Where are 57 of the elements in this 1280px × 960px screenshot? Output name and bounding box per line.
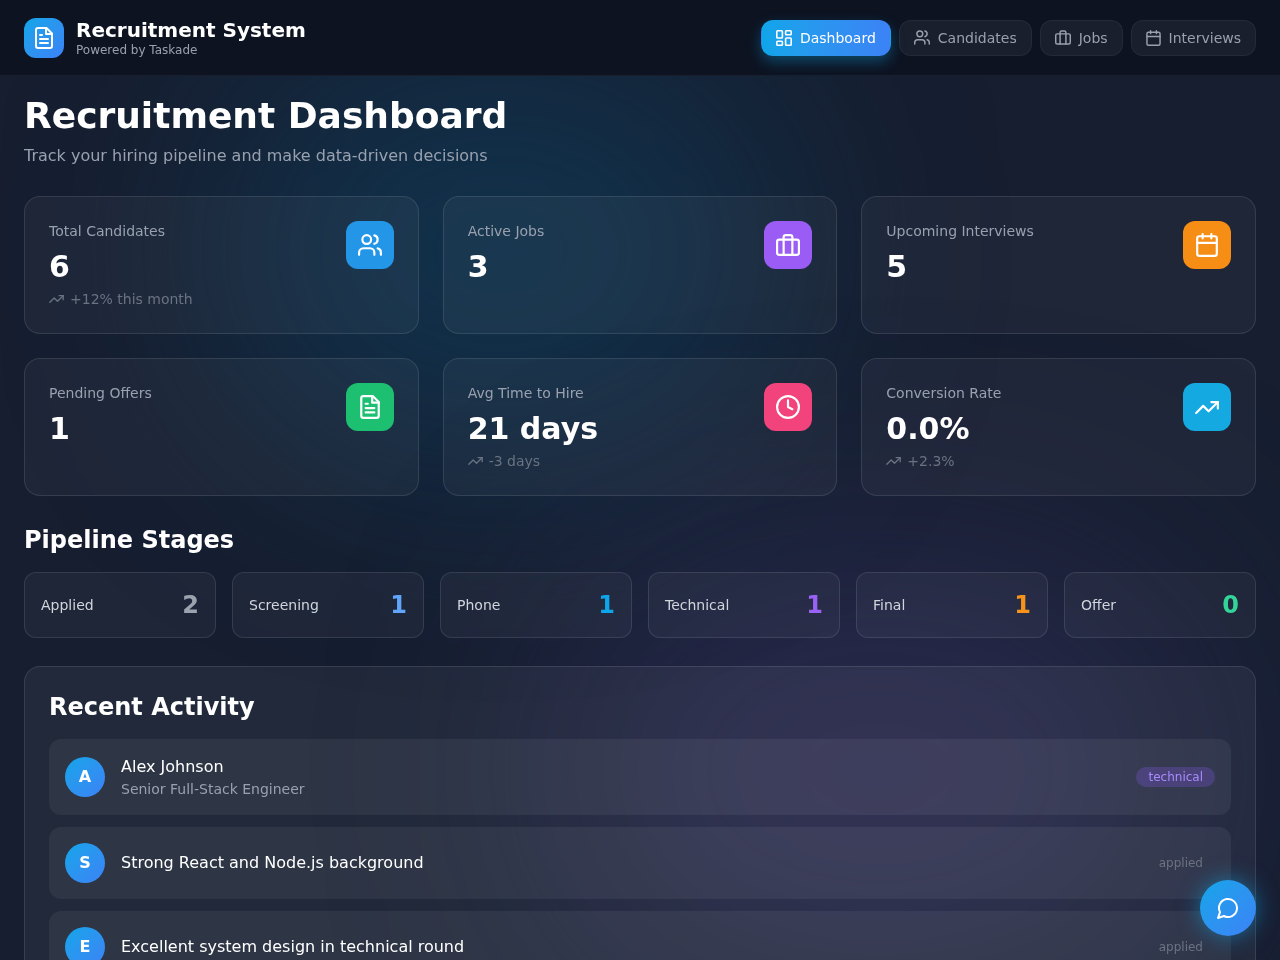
nav-tab[interactable]: Jobs bbox=[1039, 19, 1123, 56]
nav-tab[interactable]: Dashboard bbox=[760, 19, 891, 56]
status-label: applied bbox=[1157, 939, 1204, 956]
trending-up-icon bbox=[467, 457, 483, 465]
stage-count: 0 bbox=[1222, 590, 1239, 621]
nav-tab[interactable]: Interviews bbox=[1130, 19, 1256, 56]
stage-label: Offer bbox=[1081, 596, 1117, 615]
stat-label: Conversion Rate bbox=[886, 384, 1002, 403]
stat-value: 6 bbox=[49, 249, 71, 285]
stat-value: 21 days bbox=[467, 411, 599, 447]
nav-tab[interactable]: Candidates bbox=[898, 19, 1032, 56]
calendar-icon bbox=[1145, 29, 1161, 46]
trend-text: +12% this month bbox=[70, 290, 193, 309]
stat-value: 5 bbox=[886, 249, 909, 285]
page-title: Recruitment Dashboard bbox=[24, 96, 509, 136]
page-subtitle: Track your hiring pipeline and make data-driven decisions bbox=[24, 145, 489, 167]
stage-label: Screening bbox=[249, 596, 319, 615]
chat-button[interactable] bbox=[1200, 880, 1256, 936]
stat-label: Pending Offers bbox=[49, 384, 152, 403]
stage-label: Final bbox=[873, 596, 906, 615]
activity-title: Strong React and Node.js background bbox=[121, 852, 425, 874]
briefcase-icon bbox=[1054, 30, 1071, 45]
avatar-initial: E bbox=[65, 927, 105, 960]
status-badge: technical bbox=[1136, 767, 1215, 787]
section-title: Pipeline Stages bbox=[24, 525, 236, 556]
stat-label: Avg Time to Hire bbox=[467, 384, 585, 403]
stage-count: 1 bbox=[390, 590, 407, 621]
trend-text: +2.3% bbox=[907, 452, 955, 471]
stage-count: 1 bbox=[598, 590, 615, 621]
chat-icon bbox=[1217, 897, 1239, 919]
stage-count: 1 bbox=[806, 590, 823, 621]
stage-count: 1 bbox=[1014, 590, 1031, 621]
dashboard-icon bbox=[775, 29, 792, 46]
app-title: Recruitment System bbox=[76, 17, 306, 42]
app-subtitle: Powered by Taskade bbox=[76, 41, 199, 58]
activity-subtitle: Senior Full-Stack Engineer bbox=[121, 780, 306, 799]
trend-text: -3 days bbox=[488, 452, 541, 471]
section-title: Recent Activity bbox=[49, 692, 256, 723]
stat-label: Active Jobs bbox=[467, 222, 545, 241]
users-icon bbox=[913, 30, 930, 45]
avatar-initial: A bbox=[65, 757, 105, 797]
stat-value: 3 bbox=[467, 249, 490, 285]
status-label: applied bbox=[1157, 855, 1204, 872]
stage-label: Applied bbox=[41, 596, 94, 615]
stat-label: Upcoming Interviews bbox=[886, 222, 1034, 241]
stat-label: Total Candidates bbox=[49, 222, 166, 241]
stage-label: Technical bbox=[665, 596, 730, 615]
avatar-initial: S bbox=[65, 843, 105, 883]
stat-value: 1 bbox=[49, 411, 71, 447]
activity-title: Alex Johnson bbox=[121, 756, 225, 778]
stage-label: Phone bbox=[457, 596, 501, 615]
trending-up-icon bbox=[886, 457, 902, 465]
activity-title: Excellent system design in technical round bbox=[121, 936, 466, 958]
stat-value: 0.0% bbox=[886, 411, 971, 447]
stage-count: 2 bbox=[182, 590, 199, 621]
trending-up-icon bbox=[49, 295, 64, 303]
document-icon bbox=[24, 17, 64, 58]
